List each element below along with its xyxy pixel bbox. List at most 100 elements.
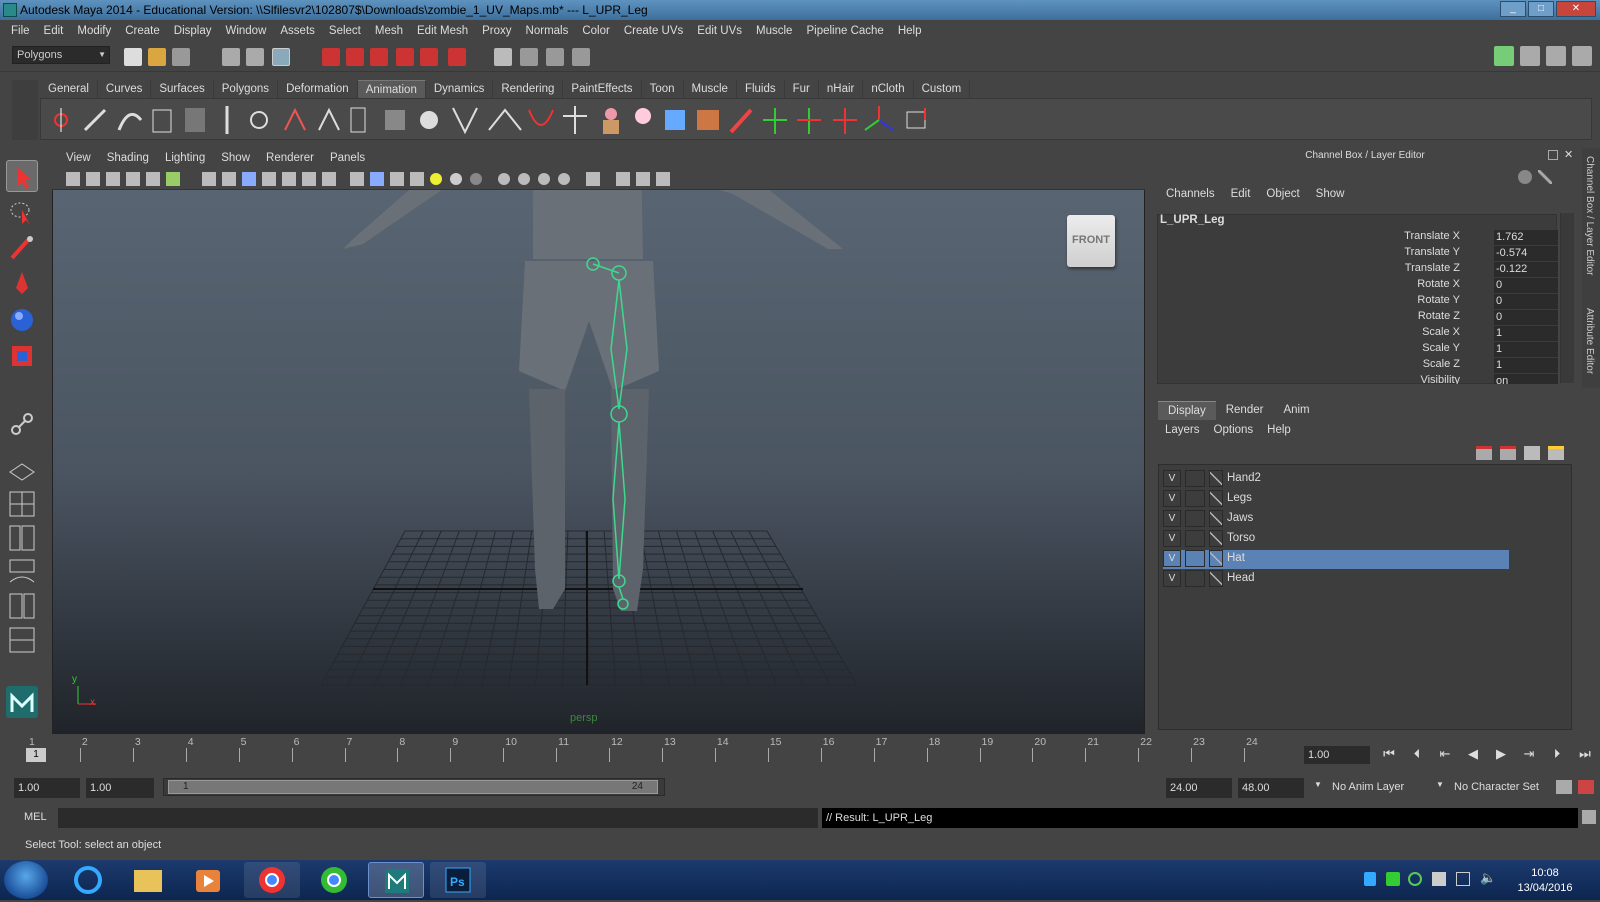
snap-plane-icon[interactable] xyxy=(396,48,414,66)
layer-row-head[interactable]: V Head xyxy=(1163,570,1509,589)
tab-deformation[interactable]: Deformation xyxy=(278,80,358,98)
animation-start-field[interactable]: 1.00 xyxy=(14,778,80,798)
windows-start-icon[interactable] xyxy=(4,861,48,899)
menu-assets[interactable]: Assets xyxy=(273,25,322,37)
ik-handle-icon[interactable] xyxy=(83,108,107,132)
menu-select[interactable]: Select xyxy=(322,25,368,37)
ik-spline-icon[interactable] xyxy=(117,112,143,131)
character-set-dropdown[interactable]: No Character Set xyxy=(1454,781,1539,793)
show-channel-box-icon[interactable] xyxy=(1494,46,1514,66)
time-slider[interactable]: 1 2 3 4 5 6 7 8 9 10 11 12 13 14 15 16 17 18 19 20 21 22 23 24 xyxy=(15,736,1305,764)
make-live-icon[interactable] xyxy=(420,48,438,66)
joint-component-icon[interactable] xyxy=(6,408,38,440)
tab-muscle[interactable]: Muscle xyxy=(683,80,737,98)
play-backwards-icon[interactable]: ◀ xyxy=(1462,744,1484,764)
menu-edit-mesh[interactable]: Edit Mesh xyxy=(410,25,475,37)
move-layer-up-icon[interactable] xyxy=(1476,446,1492,460)
hypershade-layout-icon[interactable] xyxy=(6,590,38,622)
tab-fluids[interactable]: Fluids xyxy=(736,80,785,98)
layer-type-toggle[interactable] xyxy=(1185,510,1205,527)
float-panel-icon[interactable] xyxy=(1548,150,1558,160)
menu-modify[interactable]: Modify xyxy=(70,25,118,37)
open-scene-icon[interactable] xyxy=(148,48,166,66)
playback-start-field[interactable]: 1.00 xyxy=(86,778,154,798)
go-to-start-icon[interactable]: ⏮ xyxy=(1378,744,1400,764)
tab-nhair[interactable]: nHair xyxy=(818,80,864,98)
axis-tripod-icon[interactable] xyxy=(864,106,894,131)
channel-value[interactable]: 1 xyxy=(1494,342,1558,357)
cb-menu-channels[interactable]: Channels xyxy=(1158,188,1223,200)
layer-type-toggle[interactable] xyxy=(1185,570,1205,587)
character-head-icon[interactable] xyxy=(635,108,651,124)
green-locator-icon[interactable] xyxy=(763,108,787,134)
side-tab-attribute-editor[interactable]: Attribute Editor xyxy=(1584,308,1595,374)
step-back-key-icon[interactable]: ⇤ xyxy=(1434,744,1456,764)
tray-update-icon[interactable] xyxy=(1386,872,1400,886)
channel-box-scrollbar[interactable] xyxy=(1560,213,1574,383)
menu-color[interactable]: Color xyxy=(575,25,616,37)
snap-grid-icon[interactable] xyxy=(322,48,340,66)
tray-app-icon[interactable] xyxy=(1364,872,1376,886)
step-forward-frame-icon[interactable]: ⏵ xyxy=(1546,744,1568,764)
file-explorer-icon[interactable] xyxy=(120,862,176,898)
smooth-bind-icon[interactable] xyxy=(185,108,205,132)
photoshop-icon[interactable]: Ps xyxy=(430,862,486,898)
paint-skin-icon[interactable] xyxy=(729,108,753,134)
channel-box-settings-icon[interactable] xyxy=(1518,170,1532,184)
layer-color-swatch[interactable] xyxy=(1209,490,1223,507)
vp-menu-view[interactable]: View xyxy=(58,152,99,164)
hik-skeleton-icon[interactable] xyxy=(563,106,587,134)
character-set-dropdown-arrow-icon[interactable]: ▼ xyxy=(1436,780,1444,789)
mel-input[interactable] xyxy=(58,808,818,828)
pole-vector-icon[interactable] xyxy=(452,107,478,135)
menu-window[interactable]: Window xyxy=(218,25,273,37)
volume-icon[interactable]: 🔈 xyxy=(1480,870,1496,886)
view-cube[interactable]: FRONT xyxy=(1067,215,1115,267)
step-back-frame-icon[interactable]: ⏴ xyxy=(1406,744,1428,764)
internet-explorer-icon[interactable] xyxy=(60,862,116,898)
layer-menu-help[interactable]: Help xyxy=(1260,424,1298,436)
close-button[interactable]: ✕ xyxy=(1556,1,1596,17)
tab-polygons[interactable]: Polygons xyxy=(213,80,279,98)
side-tab-channel-box[interactable]: Channel Box / Layer Editor xyxy=(1584,156,1595,276)
media-player-icon[interactable] xyxy=(180,862,236,898)
channel-value[interactable]: 0 xyxy=(1494,294,1558,309)
current-frame-field[interactable]: 1.00 xyxy=(1304,746,1370,764)
layer-row-hand2[interactable]: V Hand2 xyxy=(1163,470,1509,489)
animation-end-field[interactable]: 48.00 xyxy=(1238,778,1304,798)
channel-value[interactable]: -0.122 xyxy=(1494,262,1558,277)
range-slider-handle[interactable]: 1 24 xyxy=(168,780,658,794)
cb-menu-show[interactable]: Show xyxy=(1308,188,1353,200)
channel-row[interactable]: Rotate Z 0 xyxy=(1160,310,1560,326)
menu-create[interactable]: Create xyxy=(118,25,167,37)
channel-value[interactable]: 1 xyxy=(1494,358,1558,373)
cb-menu-object[interactable]: Object xyxy=(1258,188,1307,200)
layer-type-toggle[interactable] xyxy=(1185,490,1205,507)
tab-surfaces[interactable]: Surfaces xyxy=(151,80,214,98)
tab-custom[interactable]: Custom xyxy=(913,80,971,98)
playback-end-field[interactable]: 24.00 xyxy=(1166,778,1232,798)
menu-create-uvs[interactable]: Create UVs xyxy=(617,25,690,37)
menu-edit[interactable]: Edit xyxy=(37,25,71,37)
channel-row[interactable]: Scale Z 1 xyxy=(1160,358,1560,374)
current-time-marker[interactable]: 1 xyxy=(26,748,46,762)
layer-row-hat[interactable]: V Hat xyxy=(1163,550,1509,569)
animation-preferences-icon[interactable] xyxy=(1578,780,1594,794)
close-panel-icon[interactable]: ✕ xyxy=(1564,148,1573,161)
anim-layer-dropdown-arrow-icon[interactable]: ▼ xyxy=(1314,780,1322,789)
menu-set-dropdown[interactable]: Polygons xyxy=(12,46,110,64)
layer-menu-options[interactable]: Options xyxy=(1207,424,1261,436)
create-empty-layer-icon[interactable] xyxy=(1524,446,1540,460)
channel-row[interactable]: Rotate Y 0 xyxy=(1160,294,1560,310)
mirror-joint-icon[interactable] xyxy=(284,107,306,131)
single-perspective-layout-icon[interactable] xyxy=(6,454,38,486)
select-component-icon[interactable] xyxy=(272,48,290,66)
aim-constraint-icon[interactable] xyxy=(488,108,522,131)
new-scene-icon[interactable] xyxy=(124,48,142,66)
rotate-tool-icon[interactable] xyxy=(6,304,38,336)
hypershade-icon[interactable] xyxy=(572,48,590,66)
layer-type-toggle[interactable] xyxy=(1185,470,1205,487)
select-hierarchy-icon[interactable] xyxy=(222,48,240,66)
channel-row[interactable]: Scale Y 1 xyxy=(1160,342,1560,358)
channel-value[interactable]: 0 xyxy=(1494,310,1558,325)
